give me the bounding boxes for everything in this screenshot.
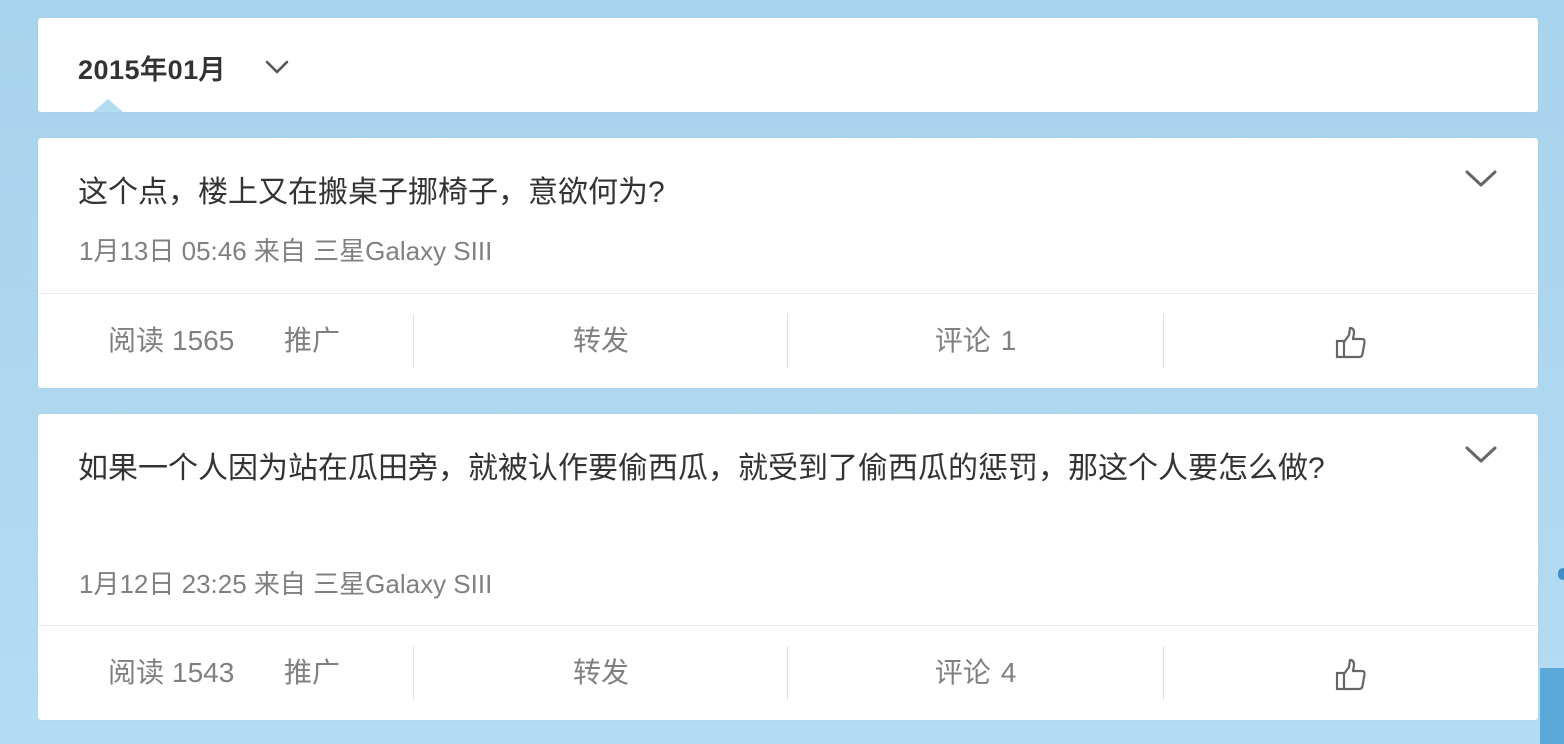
month-label[interactable]: 2015年01月 [78, 48, 226, 87]
comment-count: 4 [1000, 657, 1017, 688]
forward-button[interactable]: 转发 [414, 294, 788, 388]
side-floating-tab[interactable] [1540, 668, 1564, 744]
post-source-prefix: 来自 [253, 569, 306, 599]
read-number: 1565 [172, 325, 235, 356]
comment-button[interactable]: 评论 1 [788, 294, 1163, 388]
chevron-down-icon[interactable] [1464, 168, 1498, 190]
comment-label: 评论 [934, 657, 991, 688]
comment-label: 评论 [934, 325, 991, 356]
promote-button[interactable]: 推广 [284, 294, 340, 388]
month-pointer-notch [93, 99, 123, 112]
like-button[interactable] [1163, 626, 1538, 720]
post-action-bar: 阅读 1543 推广 转发 评论 4 [38, 625, 1538, 720]
comment-count: 1 [1000, 325, 1017, 356]
chevron-down-icon[interactable] [1464, 444, 1498, 466]
post-text: 这个点，楼上又在搬桌子挪椅子，意欲何为? [78, 176, 665, 209]
post-source[interactable]: 三星Galaxy SIII [313, 569, 492, 599]
read-number: 1543 [172, 657, 235, 688]
read-count: 阅读 1543 [108, 626, 234, 720]
promote-button[interactable]: 推广 [284, 626, 340, 720]
post-source-prefix: 来自 [253, 236, 306, 266]
read-label: 阅读 [108, 657, 165, 688]
side-scroll-indicator [1558, 568, 1564, 580]
forward-button[interactable]: 转发 [414, 626, 788, 720]
post-time[interactable]: 1月13日 05:46 [79, 236, 247, 266]
like-button[interactable] [1163, 294, 1538, 388]
post-text: 如果一个人因为站在瓜田旁，就被认作要偷西瓜，就受到了偷西瓜的惩罚，那这个人要怎么… [78, 452, 1325, 485]
post-meta: 1月12日 23:25 来自 三星Galaxy SIII [79, 564, 492, 601]
post-card: 如果一个人因为站在瓜田旁，就被认作要偷西瓜，就受到了偷西瓜的惩罚，那这个人要怎么… [38, 414, 1538, 720]
read-count: 阅读 1565 [108, 294, 234, 388]
post-meta: 1月13日 05:46 来自 三星Galaxy SIII [79, 231, 492, 268]
post-source[interactable]: 三星Galaxy SIII [313, 236, 492, 266]
post-card: 这个点，楼上又在搬桌子挪椅子，意欲何为? 1月13日 05:46 来自 三星Ga… [38, 138, 1538, 388]
thumbs-up-icon [1335, 658, 1366, 690]
post-time[interactable]: 1月12日 23:25 [79, 569, 247, 599]
month-selector[interactable]: 2015年01月 [38, 18, 1538, 112]
read-label: 阅读 [108, 325, 165, 356]
thumbs-up-icon [1335, 326, 1366, 358]
chevron-down-icon[interactable] [264, 58, 290, 76]
post-action-bar: 阅读 1565 推广 转发 评论 1 [38, 293, 1538, 388]
comment-button[interactable]: 评论 4 [788, 626, 1163, 720]
